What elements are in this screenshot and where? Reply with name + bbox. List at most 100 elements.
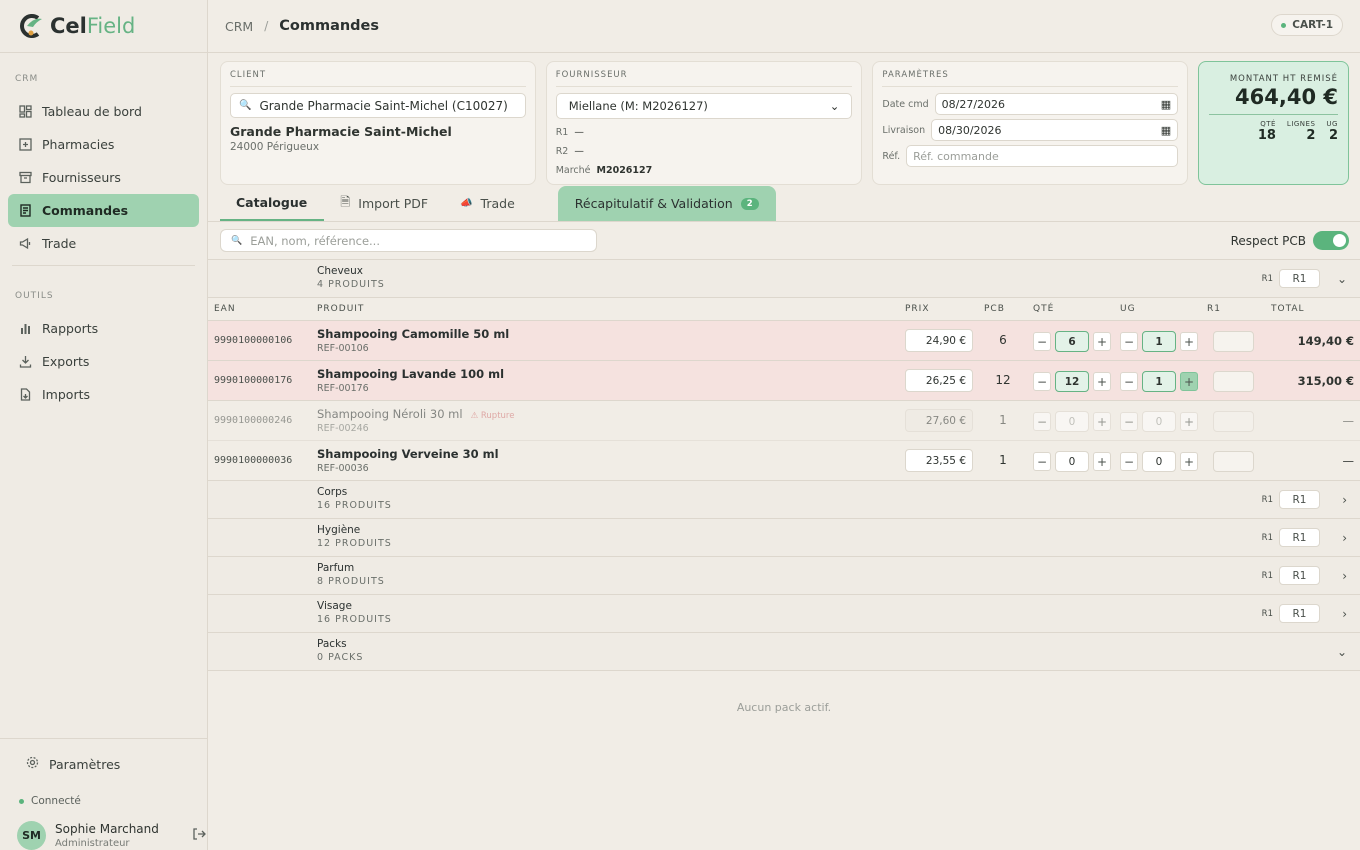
minus-button[interactable]: − bbox=[1033, 452, 1051, 471]
chevron-right-icon[interactable]: › bbox=[1342, 531, 1347, 545]
stat-lines-value: 2 bbox=[1306, 128, 1316, 143]
logout-icon[interactable] bbox=[192, 827, 206, 844]
chevron-right-icon[interactable]: › bbox=[1342, 493, 1347, 507]
col-r1: R1 bbox=[1207, 304, 1221, 314]
r1-input[interactable] bbox=[1213, 451, 1254, 472]
logo[interactable]: CelField bbox=[0, 0, 207, 53]
col-product: PRODUIT bbox=[317, 304, 365, 314]
catalog-list: Cheveux 4 PRODUITS R1 R1 ⌄ EAN PRODUIT PRI… bbox=[208, 260, 1360, 714]
cell-product-ref: REF-00176 bbox=[317, 383, 369, 394]
tab-label: Import PDF bbox=[358, 196, 429, 211]
price-input[interactable]: 26,25 € bbox=[905, 369, 973, 392]
plus-button[interactable]: + bbox=[1180, 452, 1198, 471]
tab-bar: Catalogue 🗎 Import PDF 📣 Trade Récapitulat… bbox=[208, 186, 1360, 222]
breadcrumb-root[interactable]: CRM bbox=[225, 19, 253, 34]
qty-input[interactable]: 0 bbox=[1055, 451, 1089, 472]
group-name: Parfum bbox=[317, 562, 355, 574]
cell-product-ref: REF-00106 bbox=[317, 343, 369, 354]
main-content: CRM / Commandes CART-1 CLIENT 🔍 Grande Ph… bbox=[208, 0, 1360, 850]
plus-button[interactable]: + bbox=[1093, 452, 1111, 471]
group-row-hygiene[interactable]: Hygiène 12 PRODUITS R1 R1 › bbox=[208, 519, 1360, 557]
cell-ean: 9990100000106 bbox=[214, 335, 293, 346]
group-r1-input[interactable]: R1 bbox=[1279, 269, 1320, 288]
sidebar-item-label: Imports bbox=[42, 387, 90, 402]
minus-button[interactable]: − bbox=[1033, 372, 1051, 391]
minus-button[interactable]: − bbox=[1120, 332, 1138, 351]
group-r1-input[interactable]: R1 bbox=[1279, 528, 1320, 547]
tab-import-pdf[interactable]: 🗎 Import PDF bbox=[324, 186, 444, 221]
pcb-toggle[interactable] bbox=[1313, 231, 1349, 250]
client-search-value: Grande Pharmacie Saint-Michel (C10027) bbox=[259, 98, 508, 113]
supplier-r2: R2 — bbox=[556, 146, 853, 157]
group-r1-label: R1 bbox=[1261, 608, 1273, 619]
group-row-parfum[interactable]: Parfum 8 PRODUITS R1 R1 › bbox=[208, 557, 1360, 595]
tab-trade[interactable]: 📣 Trade bbox=[444, 186, 531, 221]
plus-button[interactable]: + bbox=[1180, 372, 1198, 391]
minus-button[interactable]: − bbox=[1033, 332, 1051, 351]
sidebar-item-imports[interactable]: Imports bbox=[8, 378, 199, 411]
avatar[interactable]: SM bbox=[17, 821, 46, 850]
group-row-cheveux[interactable]: Cheveux 4 PRODUITS R1 R1 ⌄ bbox=[208, 260, 1360, 298]
price-input[interactable]: 23,55 € bbox=[905, 449, 973, 472]
date-cmd-input[interactable]: 08/27/2026 ▦ bbox=[934, 93, 1179, 115]
user-name: Sophie Marchand bbox=[55, 822, 159, 836]
tab-recap[interactable]: Récapitulatif & Validation 2 bbox=[557, 186, 776, 221]
sidebar-item-reports[interactable]: Rapports bbox=[8, 312, 199, 345]
group-count: 8 PRODUITS bbox=[317, 576, 385, 587]
group-row-corps[interactable]: Corps 16 PRODUITS R1 R1 › bbox=[208, 481, 1360, 519]
sidebar-item-suppliers[interactable]: Fournisseurs bbox=[8, 161, 199, 194]
table-row: 9990100000036 Shampooing Verveine 30 ml … bbox=[208, 441, 1360, 481]
table-row: 9990100000246 Shampooing Néroli 30 ml ⚠ R… bbox=[208, 401, 1360, 441]
sidebar-item-orders[interactable]: Commandes bbox=[8, 194, 199, 227]
sidebar-item-label: Pharmacies bbox=[42, 137, 115, 152]
sidebar-item-dashboard[interactable]: Tableau de bord bbox=[8, 95, 199, 128]
chevron-down-icon[interactable]: ⌄ bbox=[1337, 645, 1347, 659]
calendar-icon[interactable]: ▦ bbox=[1161, 98, 1171, 111]
ug-input[interactable]: 1 bbox=[1142, 371, 1176, 392]
group-r1-input[interactable]: R1 bbox=[1279, 490, 1320, 509]
sidebar-item-exports[interactable]: Exports bbox=[8, 345, 199, 378]
supplier-market: Marché M2026127 bbox=[556, 165, 853, 176]
ref-input[interactable]: Réf. commande bbox=[906, 145, 1179, 167]
col-price: PRIX bbox=[905, 304, 930, 314]
minus-button[interactable]: − bbox=[1120, 452, 1138, 471]
download-icon bbox=[18, 355, 32, 369]
minus-button[interactable]: − bbox=[1120, 372, 1138, 391]
qty-input[interactable]: 6 bbox=[1055, 331, 1089, 352]
sidebar-item-settings[interactable]: Paramètres bbox=[0, 753, 207, 775]
plus-button[interactable]: + bbox=[1093, 372, 1111, 391]
chevron-down-icon: ⌄ bbox=[829, 99, 840, 113]
catalog-search-input[interactable]: 🔍 EAN, nom, référence... bbox=[220, 229, 597, 252]
supplier-select[interactable]: Miellane (M: M2026127) ⌄ bbox=[555, 93, 853, 119]
plus-button[interactable]: + bbox=[1180, 332, 1198, 351]
chevron-down-icon[interactable]: ⌄ bbox=[1337, 272, 1347, 286]
r1-input[interactable] bbox=[1213, 331, 1254, 352]
market-value: M2026127 bbox=[596, 165, 653, 176]
ug-input[interactable]: 0 bbox=[1142, 451, 1176, 472]
group-r1-input[interactable]: R1 bbox=[1279, 566, 1320, 585]
delivery-date-input[interactable]: 08/30/2026 ▦ bbox=[931, 119, 1179, 141]
cart-badge[interactable]: CART-1 bbox=[1271, 14, 1343, 36]
megaphone-icon: 📣 bbox=[460, 198, 473, 209]
price-input[interactable]: 24,90 € bbox=[905, 329, 973, 352]
ug-stepper: −1 + bbox=[1120, 371, 1198, 392]
col-ean: EAN bbox=[214, 304, 236, 314]
sidebar-item-trade[interactable]: Trade bbox=[8, 227, 199, 260]
plus-button[interactable]: + bbox=[1093, 332, 1111, 351]
price-input: 27,60 € bbox=[905, 409, 973, 432]
sidebar-item-pharmacies[interactable]: Pharmacies bbox=[8, 128, 199, 161]
group-count: 16 PRODUITS bbox=[317, 500, 392, 511]
client-search-input[interactable]: 🔍 Grande Pharmacie Saint-Michel (C10027) bbox=[230, 93, 526, 118]
ug-stepper: −0 + bbox=[1120, 411, 1198, 432]
chevron-right-icon[interactable]: › bbox=[1342, 569, 1347, 583]
search-icon: 🔍 bbox=[231, 235, 243, 246]
ug-input[interactable]: 1 bbox=[1142, 331, 1176, 352]
tab-catalogue[interactable]: Catalogue bbox=[220, 186, 325, 221]
group-row-visage[interactable]: Visage 16 PRODUITS R1 R1 › bbox=[208, 595, 1360, 633]
qty-input[interactable]: 12 bbox=[1055, 371, 1089, 392]
group-row-packs[interactable]: Packs 0 PACKS ⌄ bbox=[208, 633, 1360, 671]
r1-input[interactable] bbox=[1213, 371, 1254, 392]
group-r1-input[interactable]: R1 bbox=[1279, 604, 1320, 623]
chevron-right-icon[interactable]: › bbox=[1342, 607, 1347, 621]
calendar-icon[interactable]: ▦ bbox=[1161, 124, 1171, 137]
